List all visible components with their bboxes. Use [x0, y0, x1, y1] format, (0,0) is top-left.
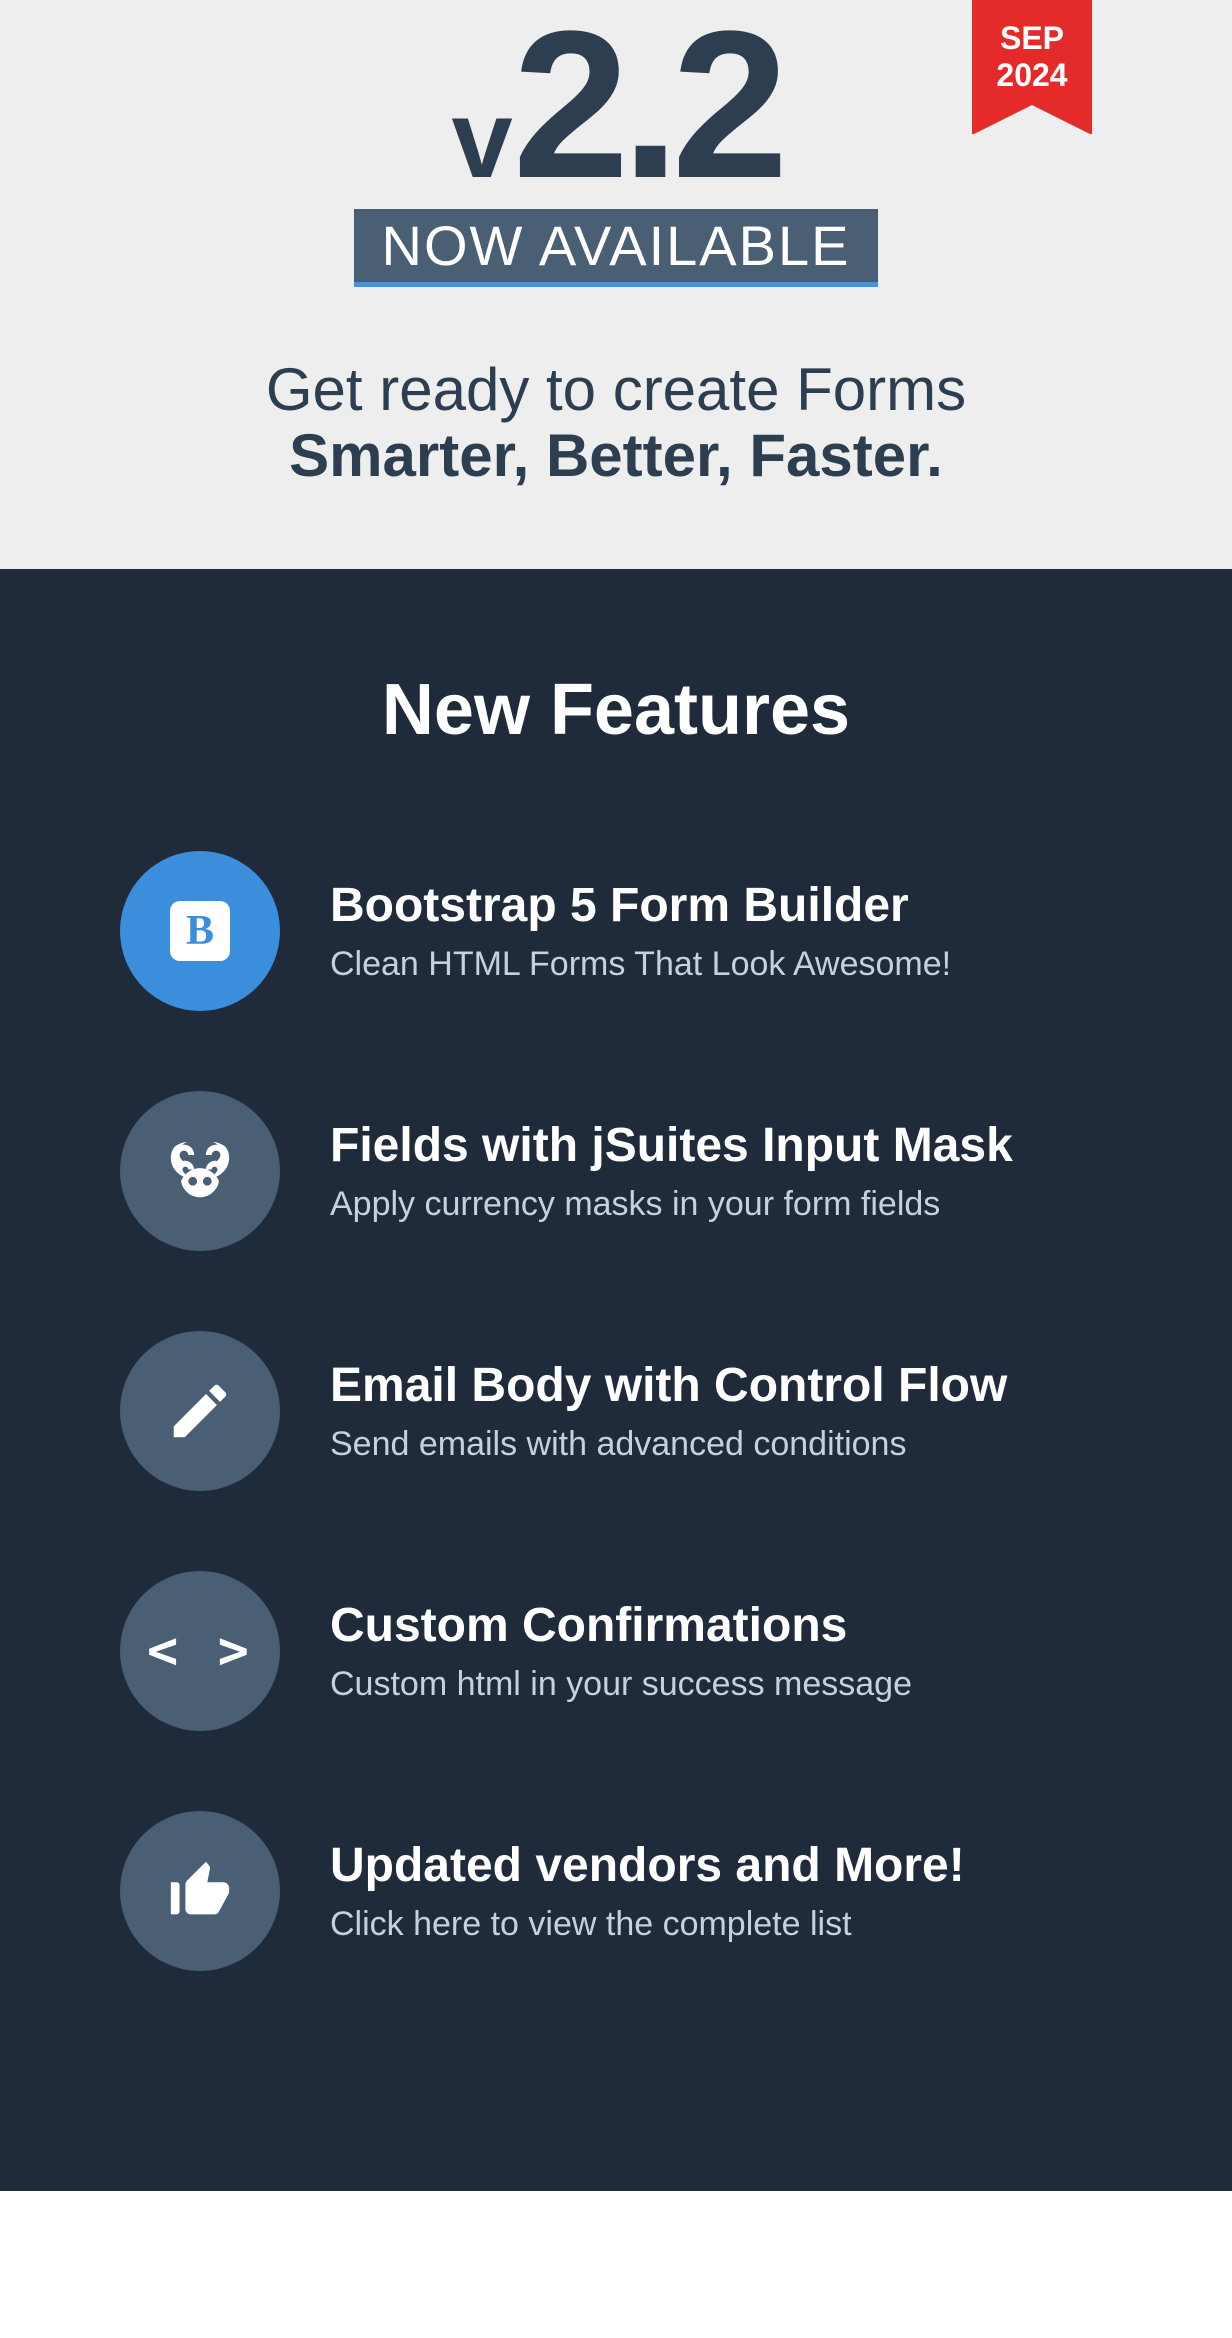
thumbs-up-icon — [120, 1811, 280, 1971]
ribbon-year: 2024 — [996, 57, 1067, 93]
feature-desc: Send emails with advanced conditions — [330, 1425, 1007, 1464]
bootstrap-icon: B — [120, 851, 280, 1011]
version-prefix: v — [451, 78, 512, 201]
feature-text: Fields with jSuites Input Mask Apply cur… — [330, 1118, 1013, 1224]
feature-desc: Custom html in your success message — [330, 1665, 912, 1704]
feature-item: < > Custom Confirmations Custom html in … — [120, 1571, 1112, 1731]
pencil-icon — [120, 1331, 280, 1491]
hero-section: SEP 2024 v2.2 NOW AVAILABLE Get ready to… — [0, 0, 1232, 569]
feature-text: Bootstrap 5 Form Builder Clean HTML Form… — [330, 878, 951, 984]
feature-text: Custom Confirmations Custom html in your… — [330, 1598, 912, 1704]
version-number: 2.2 — [513, 0, 781, 222]
feature-text: Updated vendors and More! Click here to … — [330, 1838, 965, 1944]
feature-title: Updated vendors and More! — [330, 1838, 965, 1893]
features-heading: New Features — [120, 669, 1112, 751]
code-icon: < > — [120, 1571, 280, 1731]
masks-icon — [120, 1091, 280, 1251]
date-ribbon: SEP 2024 — [972, 0, 1092, 134]
ribbon-month: SEP — [1000, 20, 1064, 56]
feature-item: Email Body with Control Flow Send emails… — [120, 1331, 1112, 1491]
feature-title: Custom Confirmations — [330, 1598, 912, 1653]
feature-item: Fields with jSuites Input Mask Apply cur… — [120, 1091, 1112, 1251]
feature-title: Fields with jSuites Input Mask — [330, 1118, 1013, 1173]
bootstrap-b-icon: B — [170, 901, 230, 961]
tagline: Get ready to create Forms Smarter, Bette… — [0, 357, 1232, 489]
features-section: New Features B Bootstrap 5 Form Builder … — [0, 569, 1232, 2191]
feature-desc: Clean HTML Forms That Look Awesome! — [330, 945, 951, 984]
feature-item[interactable]: Updated vendors and More! Click here to … — [120, 1811, 1112, 1971]
feature-desc: Click here to view the complete list — [330, 1905, 965, 1944]
feature-item: B Bootstrap 5 Form Builder Clean HTML Fo… — [120, 851, 1112, 1011]
feature-desc: Apply currency masks in your form fields — [330, 1185, 1013, 1224]
feature-title: Email Body with Control Flow — [330, 1358, 1007, 1413]
feature-title: Bootstrap 5 Form Builder — [330, 878, 951, 933]
availability-badge-wrap: NOW AVAILABLE — [354, 209, 879, 287]
tagline-line1: Get ready to create Forms — [266, 356, 966, 423]
tagline-line2: Smarter, Better, Faster. — [0, 423, 1232, 489]
feature-text: Email Body with Control Flow Send emails… — [330, 1358, 1007, 1464]
availability-badge: NOW AVAILABLE — [354, 209, 879, 282]
